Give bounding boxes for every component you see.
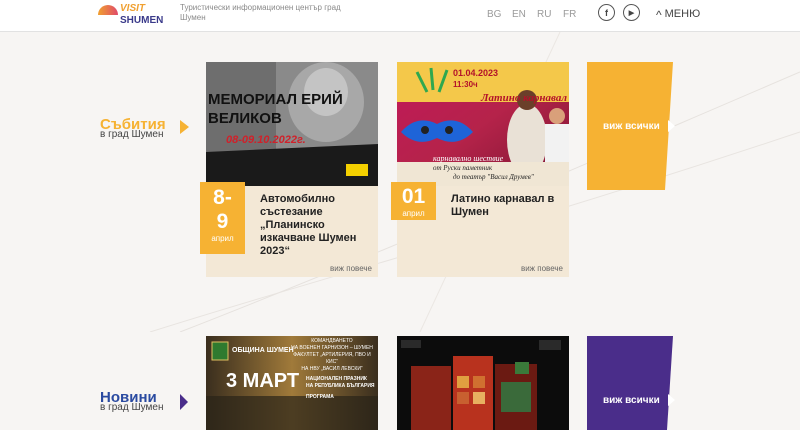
news-program-label: ПРОГРАМА bbox=[306, 394, 334, 400]
event-rally-image: МЕМОРИАЛ ЕРИЙ ВЕЛИКОВ 08-09.10.2022г. bbox=[206, 62, 378, 186]
news-big-date: 3 МАРТ bbox=[226, 370, 300, 392]
news-line4: НА НВУ „ВАСИЛ ЛЕВСКИ“ bbox=[301, 366, 363, 372]
event-rally-more-link[interactable]: виж повече bbox=[330, 264, 372, 273]
chevron-right-icon bbox=[667, 394, 675, 406]
event-rally-title[interactable]: Автомобилно състезание „Планинско изкачв… bbox=[260, 193, 372, 258]
event-carnival-image-time: 11:30ч bbox=[453, 80, 478, 89]
event-rally-image-text: МЕМОРИАЛ ЕРИЙ ВЕЛИКОВ bbox=[208, 91, 343, 127]
news-section-subtitle: в град Шумен bbox=[100, 402, 164, 413]
facebook-icon[interactable]: f bbox=[598, 4, 615, 21]
menu-label: МЕНЮ bbox=[664, 8, 701, 20]
event-carnival-image-sub1: карнавално шествие bbox=[433, 154, 504, 163]
event-carnival-image: 01.04.2023 11:30ч Латино карнавал карнав… bbox=[397, 62, 569, 186]
news-line6: НА РЕПУБЛИКА БЪЛГАРИЯ bbox=[306, 383, 375, 389]
event-rally-day-end: 9 bbox=[216, 210, 229, 233]
events-section-subtitle: в град Шумен bbox=[100, 129, 164, 140]
chevron-up-icon: ^ bbox=[656, 8, 662, 22]
event-carnival-title[interactable]: Латино карнавал в Шумен bbox=[451, 193, 563, 219]
site-tagline: Туристически информационен център град Ш… bbox=[180, 3, 341, 22]
event-carnival-month: април bbox=[402, 209, 425, 218]
event-carnival-date: 01 април bbox=[391, 182, 436, 220]
events-arrow-icon bbox=[180, 120, 189, 134]
event-carnival-more-link[interactable]: виж повече bbox=[521, 264, 563, 273]
events-see-all-button[interactable]: виж всички bbox=[603, 120, 675, 132]
news-line2: НА ВОЕНЕН ГАРНИЗОН – ШУМЕН bbox=[291, 345, 373, 351]
visit-shumen-logo[interactable]: VISIT SHUMEN bbox=[98, 3, 164, 29]
news-card-header-text: КОМАНДВАНЕТО НА ВОЕНЕН ГАРНИЗОН – ШУМЕН … bbox=[288, 338, 376, 373]
lang-ru-link[interactable]: RU bbox=[537, 9, 551, 20]
event-rally-image-date: 08-09.10.2022г. bbox=[226, 134, 306, 146]
event-card-rally[interactable]: МЕМОРИАЛ ЕРИЙ ВЕЛИКОВ 08-09.10.2022г. 8-… bbox=[200, 62, 378, 277]
event-carnival-image-title: Латино карнавал bbox=[481, 92, 567, 104]
logo-sun-icon bbox=[98, 5, 118, 15]
news-line1: КОМАНДВАНЕТО bbox=[311, 338, 353, 344]
news-card-3-march[interactable]: ОБЩИНА ШУМЕН КОМАНДВАНЕТО НА ВОЕНЕН ГАРН… bbox=[206, 336, 378, 430]
news-card-holiday-text: НАЦИОНАЛЕН ПРАЗНИК НА РЕПУБЛИКА БЪЛГАРИЯ bbox=[306, 376, 375, 390]
event-rally-date: 8- 9 април bbox=[200, 182, 245, 254]
event-carnival-image-date: 01.04.2023 bbox=[453, 68, 499, 78]
youtube-icon[interactable]: ▶ bbox=[623, 4, 640, 21]
event-carnival-image-sub2: от Руски паметник bbox=[433, 164, 493, 172]
news-see-all-shape bbox=[587, 336, 673, 430]
lang-fr-link[interactable]: FR bbox=[563, 9, 576, 20]
site-header: VISIT SHUMEN Туристически информационен … bbox=[0, 0, 800, 32]
logo-shumen-text: SHUMEN bbox=[120, 15, 164, 26]
menu-button[interactable]: ^ МЕНЮ bbox=[656, 7, 701, 22]
news-card-exhibition[interactable] bbox=[397, 336, 569, 430]
chevron-right-icon bbox=[667, 120, 675, 132]
events-see-all-label: виж всички bbox=[603, 120, 660, 132]
event-rally-month: април bbox=[211, 234, 234, 243]
event-rally-day-start: 8- bbox=[213, 186, 232, 209]
news-see-all-label: виж всички bbox=[603, 394, 660, 406]
event-carnival-day: 01 bbox=[401, 185, 426, 208]
news-arrow-icon bbox=[180, 394, 188, 410]
event-card-carnival[interactable]: 01.04.2023 11:30ч Латино карнавал карнав… bbox=[391, 62, 569, 277]
news-line3: ФАКУЛТЕТ „АРТИЛЕРИЯ, ПВО И КИС“ bbox=[293, 352, 371, 365]
lang-bg-link[interactable]: BG bbox=[487, 9, 501, 20]
news-see-all-button[interactable]: виж всички bbox=[603, 394, 675, 406]
event-carnival-image-sub3: до театър "Васил Друмев" bbox=[453, 173, 534, 181]
logo-visit-text: VISIT bbox=[120, 3, 146, 14]
lang-en-link[interactable]: EN bbox=[512, 9, 526, 20]
news-line5: НАЦИОНАЛЕН ПРАЗНИК bbox=[306, 376, 367, 382]
news-municipality-label: ОБЩИНА ШУМЕН bbox=[232, 347, 294, 354]
